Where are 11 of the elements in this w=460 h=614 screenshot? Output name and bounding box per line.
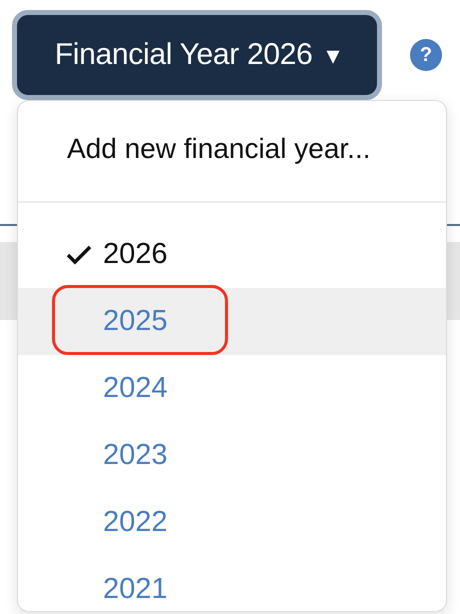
year-item[interactable]: 2026 <box>18 221 446 288</box>
year-item[interactable]: 2024 <box>18 355 446 422</box>
financial-year-dropdown[interactable]: Financial Year 2026 ▾ <box>12 10 382 100</box>
caret-icon: ▾ <box>326 40 340 70</box>
year-item[interactable]: 2025 <box>18 288 446 355</box>
add-financial-year-item[interactable]: Add new financial year... <box>18 101 446 201</box>
year-item[interactable]: 2021 <box>18 556 446 611</box>
year-item[interactable]: 2023 <box>18 422 446 489</box>
checkmark-icon <box>66 244 92 264</box>
year-item[interactable]: 2022 <box>18 489 446 556</box>
help-icon[interactable]: ? <box>410 39 442 71</box>
